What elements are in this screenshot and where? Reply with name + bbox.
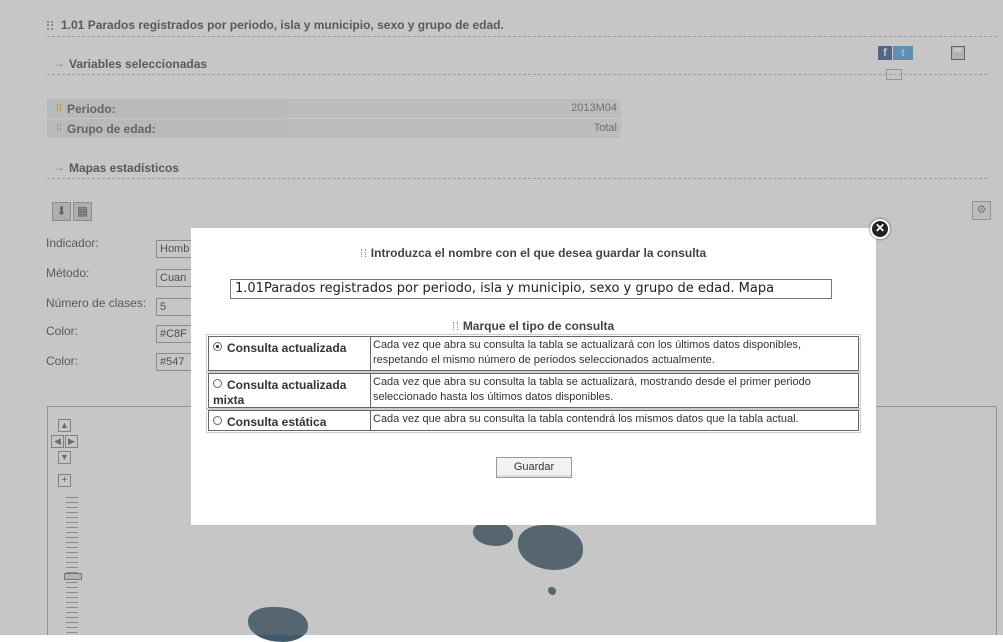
dialog-heading: Introduzca el nombre con el que desea gu…	[191, 246, 876, 260]
query-type-description: Cada vez que abra su consulta la tabla c…	[373, 413, 799, 425]
query-type-heading: Marque el tipo de consulta	[191, 319, 876, 333]
query-type-row: Consulta estática Cada vez que abra su c…	[206, 408, 861, 433]
query-type-option[interactable]: Consulta actualizada	[209, 337, 371, 370]
query-type-label: Consulta estática	[227, 415, 327, 429]
query-type-row: Consulta actualizada mixta Cada vez que …	[206, 371, 861, 410]
query-type-heading-text: Marque el tipo de consulta	[462, 319, 615, 333]
close-icon[interactable]: ✕	[870, 219, 890, 239]
query-type-option[interactable]: Consulta estática	[209, 411, 371, 430]
query-type-label: Consulta actualizada mixta	[213, 378, 347, 407]
bullet-icon	[452, 322, 458, 330]
query-name-input[interactable]: 1.01Parados registrados por periodo, isl…	[230, 279, 832, 299]
query-type-option[interactable]: Consulta actualizada mixta	[209, 374, 371, 407]
bullet-icon	[360, 249, 366, 257]
query-type-row: Consulta actualizada Cada vez que abra s…	[206, 334, 861, 373]
query-type-description: Cada vez que abra su consulta la tabla s…	[373, 339, 802, 366]
query-type-table: Consulta actualizada Cada vez que abra s…	[206, 334, 861, 433]
save-query-dialog: Introduzca el nombre con el que desea gu…	[191, 228, 876, 525]
save-button[interactable]: Guardar	[496, 457, 572, 478]
dialog-heading-text: Introduzca el nombre con el que desea gu…	[370, 246, 707, 260]
query-type-label: Consulta actualizada	[227, 341, 347, 355]
query-type-description: Cada vez que abra su consulta la tabla s…	[373, 376, 811, 403]
